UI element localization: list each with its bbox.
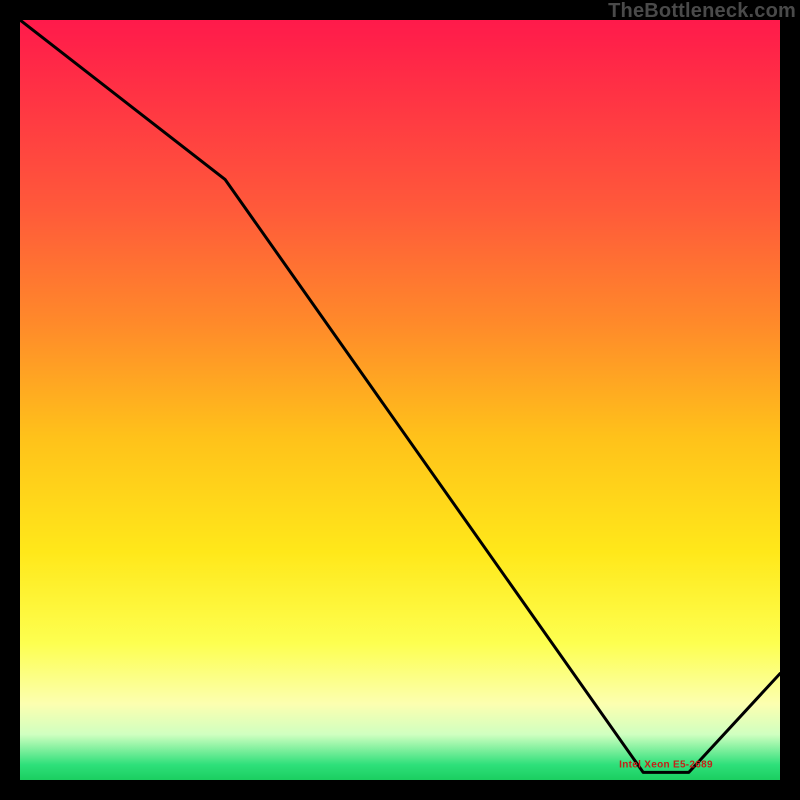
plot-area-border (20, 20, 780, 780)
plot-gradient-background (20, 20, 780, 780)
chart-stage: TheBottleneck.com Intel Xeon E5-2689 (0, 0, 800, 800)
